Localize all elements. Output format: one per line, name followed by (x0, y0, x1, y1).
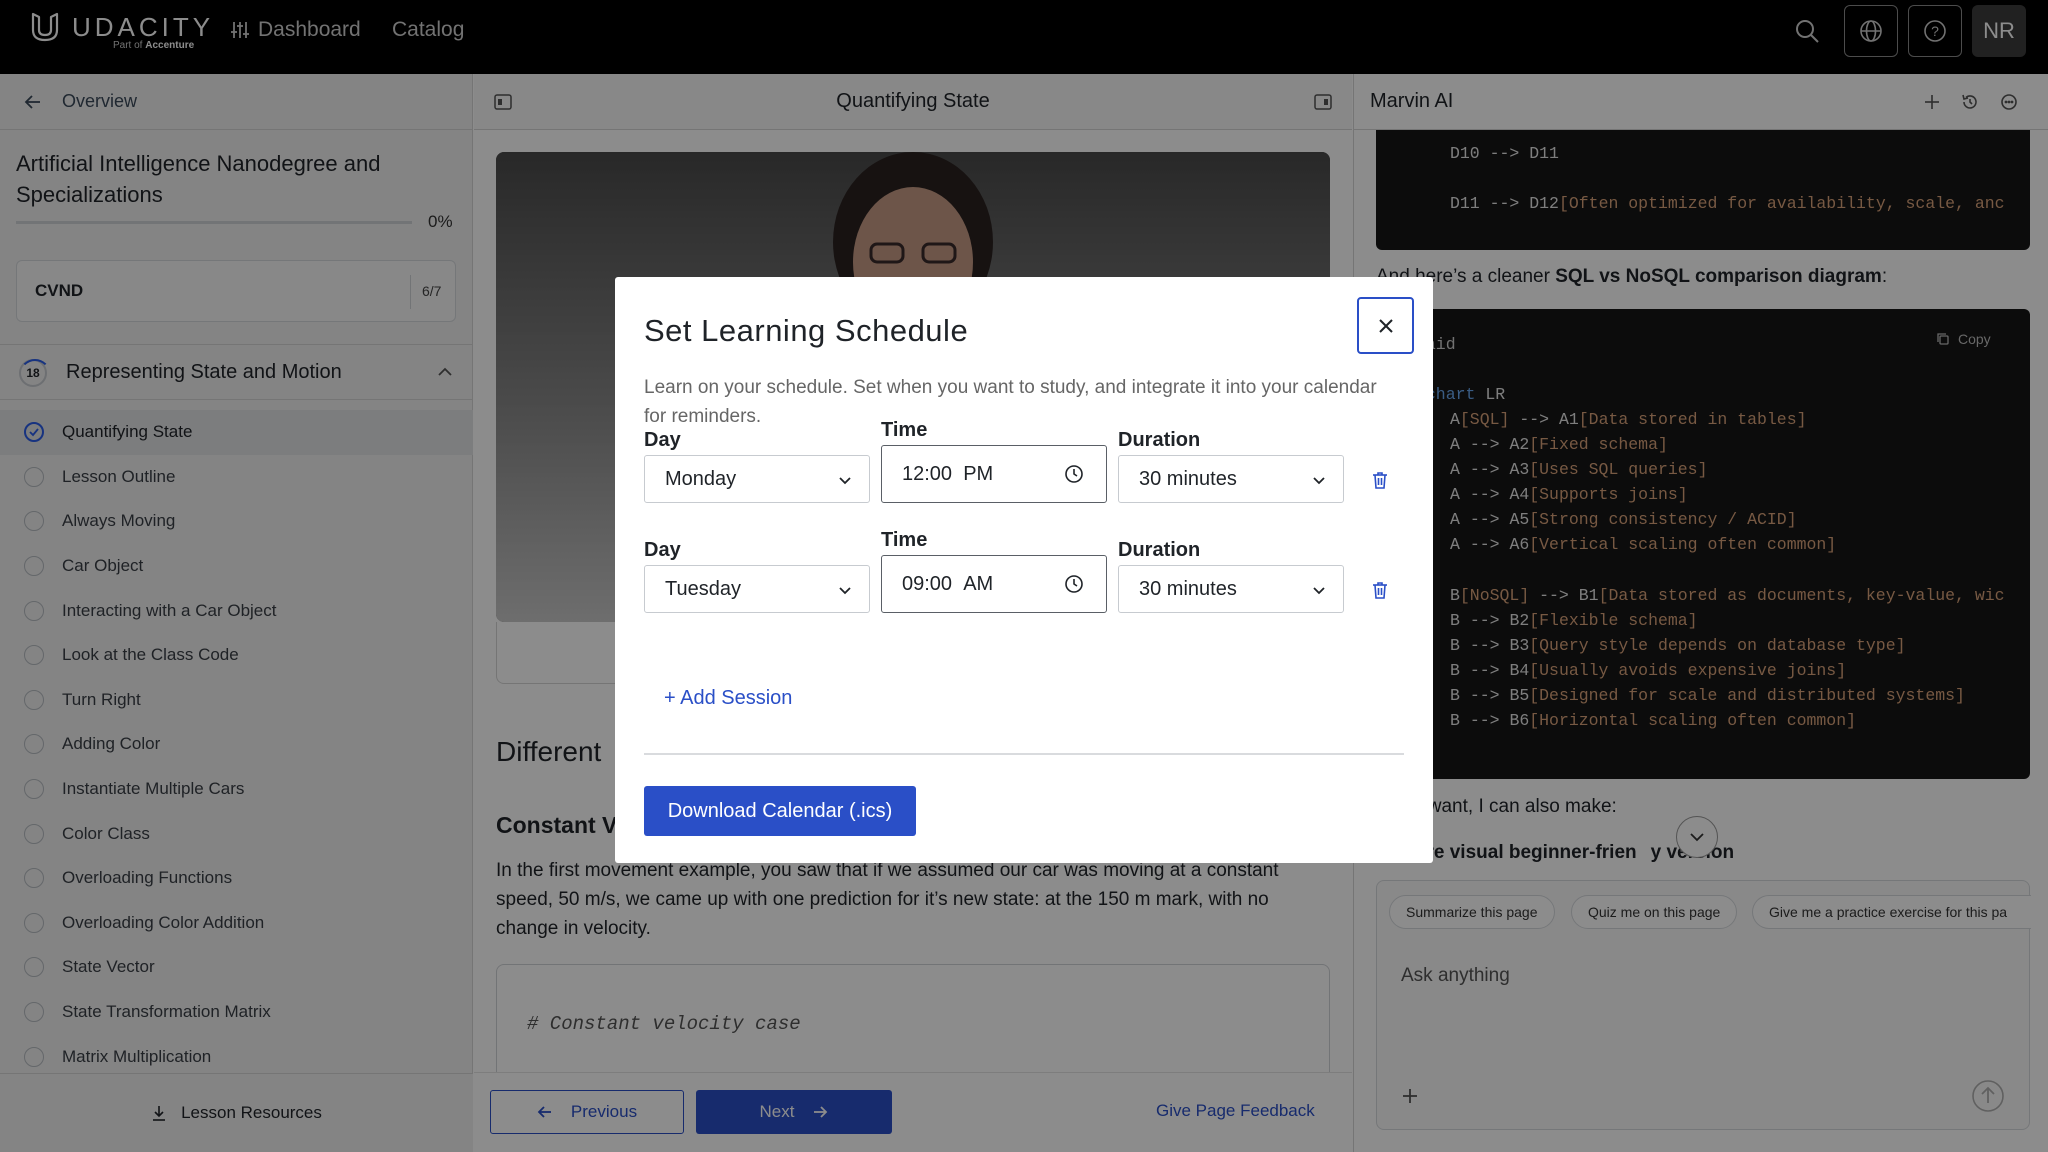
clock-icon[interactable] (1064, 464, 1084, 484)
chevron-down-icon (1313, 477, 1325, 485)
duration-label: Duration (1118, 429, 1201, 451)
time-value: 09:00 AM (902, 572, 994, 595)
duration-label: Duration (1118, 539, 1201, 561)
time-value: 12:00 PM (902, 462, 994, 485)
day-value: Tuesday (665, 577, 741, 600)
trash-icon[interactable] (1372, 471, 1388, 489)
day-label: Day (644, 539, 681, 561)
dialog-description: Learn on your schedule. Set when you wan… (644, 377, 1377, 427)
learning-schedule-dialog: Set Learning Schedule Learn on your sche… (615, 277, 1433, 863)
dialog-divider (644, 753, 1404, 755)
time-input[interactable]: 12:00 PM (881, 445, 1107, 503)
download-calendar-button[interactable]: Download Calendar (.ics) (644, 786, 916, 836)
close-icon (1378, 318, 1393, 333)
chevron-down-icon (1313, 587, 1325, 595)
day-label: Day (644, 429, 681, 451)
dialog-title: Set Learning Schedule (644, 313, 969, 348)
trash-icon[interactable] (1372, 581, 1388, 599)
add-session-button[interactable]: + Add Session (664, 687, 792, 710)
duration-value: 30 minutes (1139, 467, 1237, 490)
clock-icon[interactable] (1064, 574, 1084, 594)
duration-select[interactable]: 30 minutes (1118, 565, 1344, 613)
day-select[interactable]: Tuesday (644, 565, 870, 613)
day-select[interactable]: Monday (644, 455, 870, 503)
close-button[interactable] (1357, 297, 1414, 354)
duration-select[interactable]: 30 minutes (1118, 455, 1344, 503)
time-label: Time (881, 419, 928, 441)
day-value: Monday (665, 467, 737, 490)
time-input[interactable]: 09:00 AM (881, 555, 1107, 613)
chevron-down-icon (839, 587, 851, 595)
time-label: Time (881, 529, 928, 551)
duration-value: 30 minutes (1139, 577, 1237, 600)
chevron-down-icon (839, 477, 851, 485)
